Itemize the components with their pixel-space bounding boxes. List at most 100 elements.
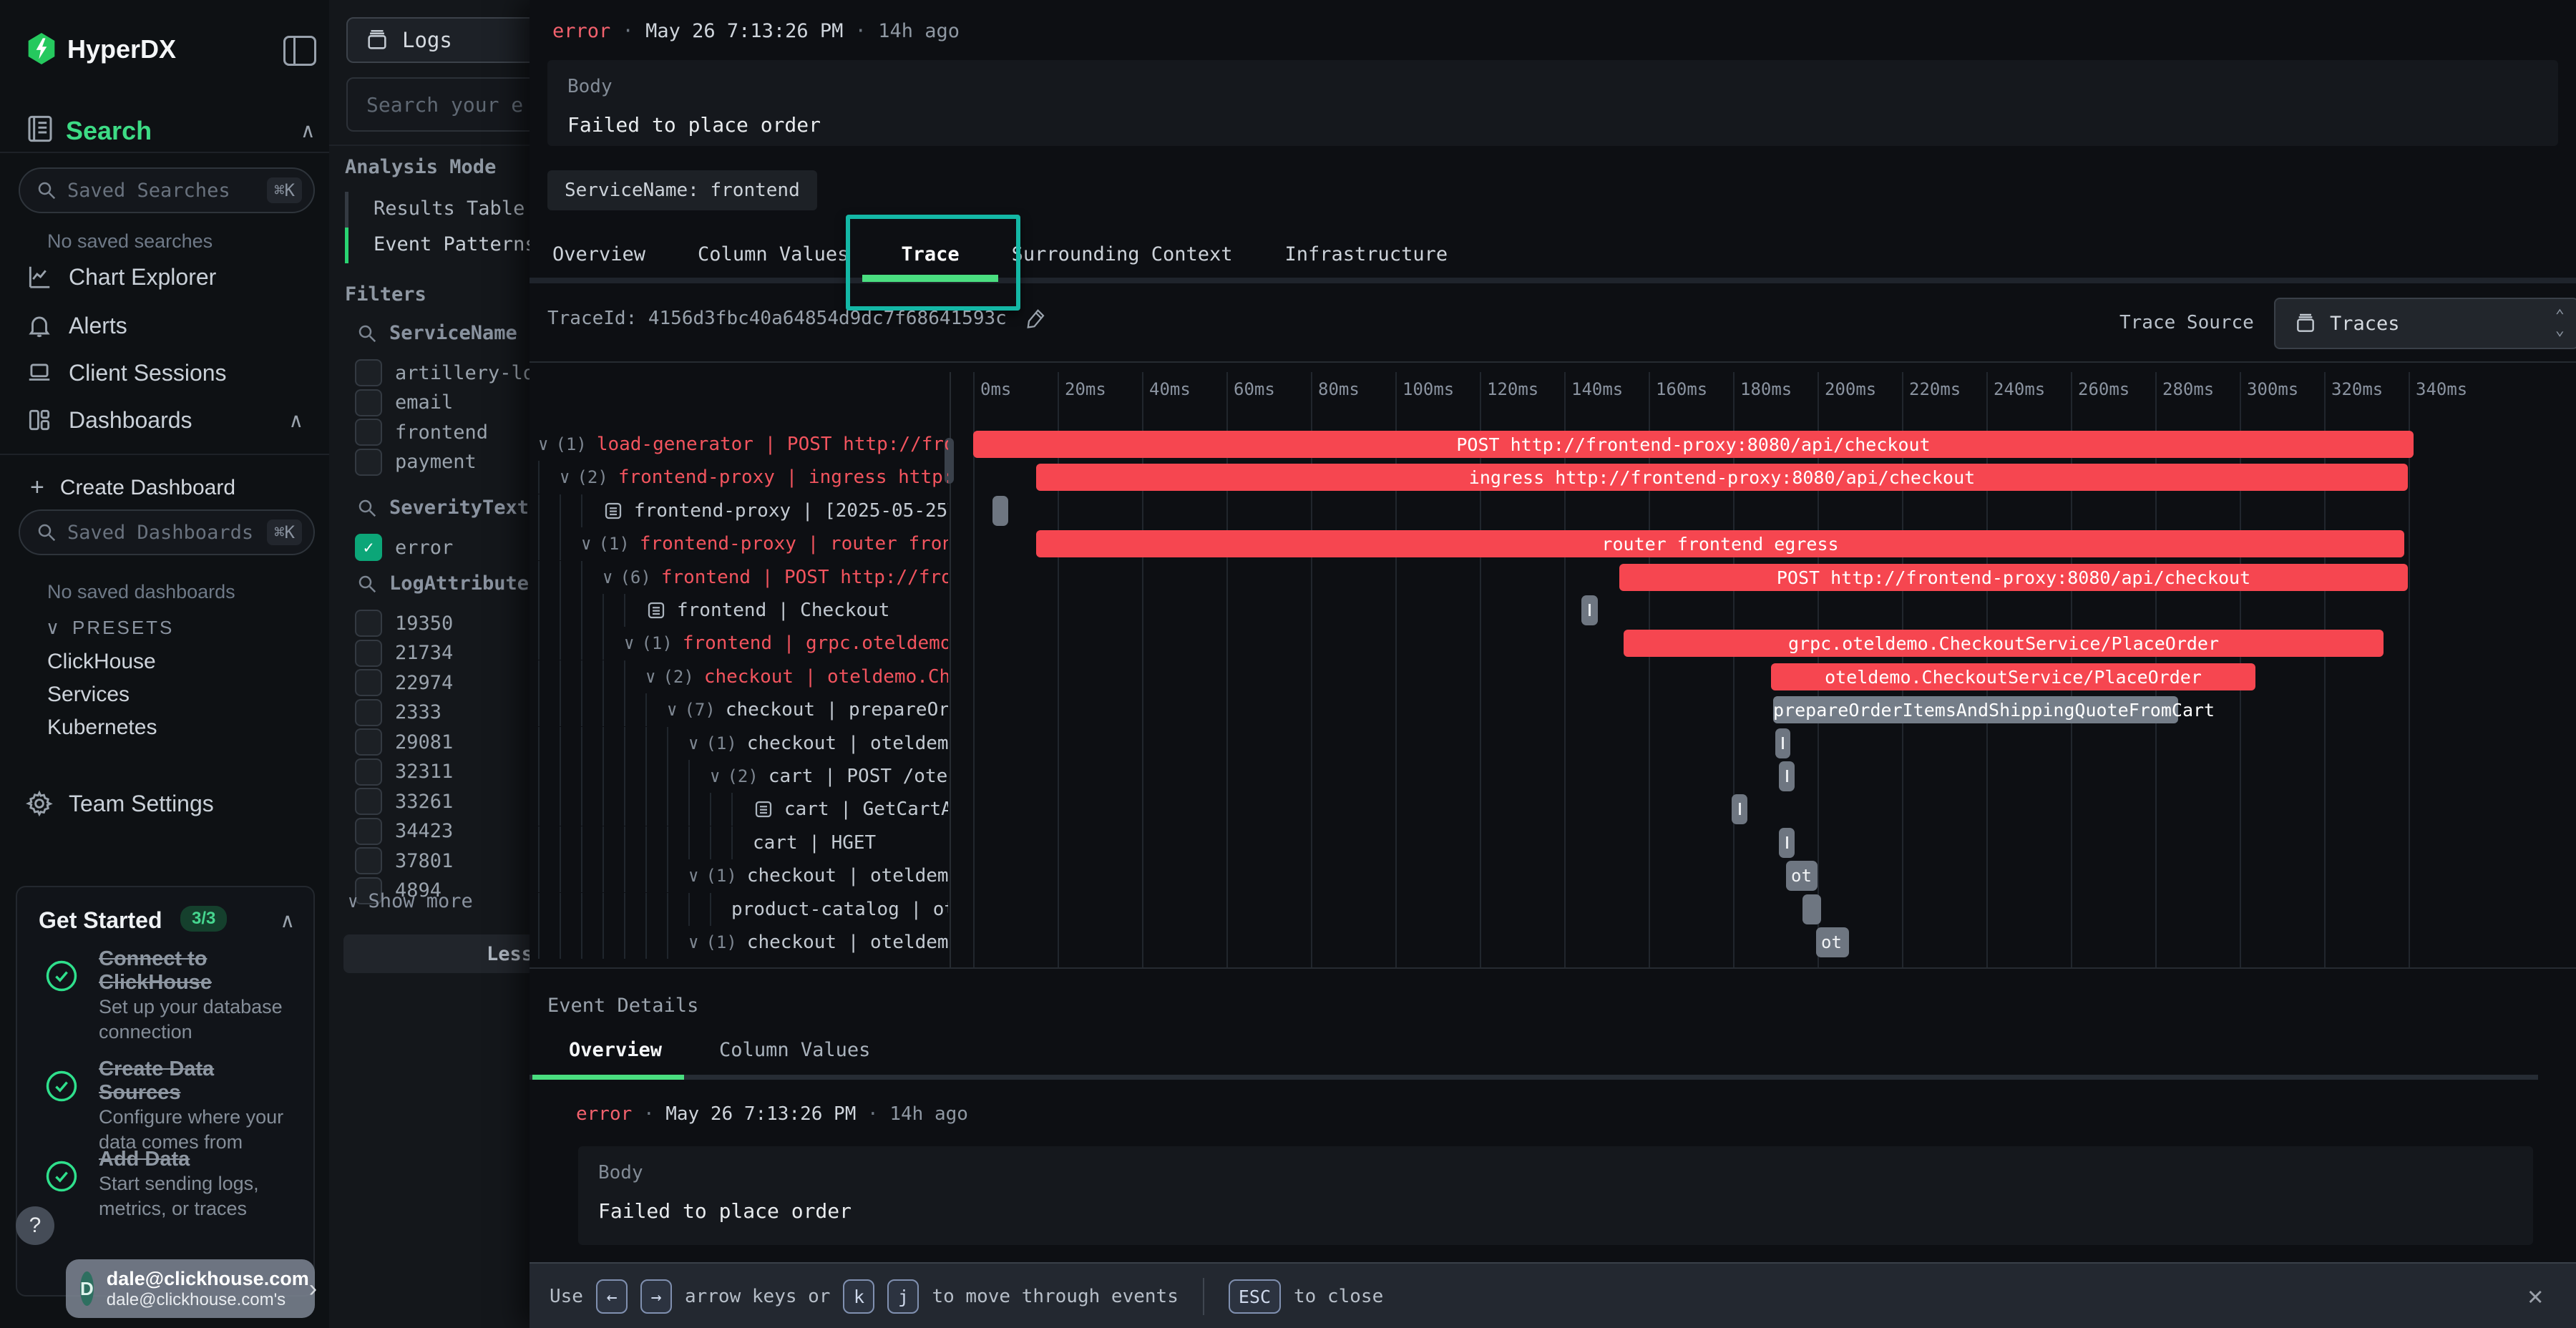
chevron-down-icon[interactable]: ∨ <box>602 567 613 587</box>
filter-value-row[interactable]: ✓error <box>355 534 453 561</box>
sidebar-item-preset-clickhouse[interactable]: ClickHouse <box>47 650 156 674</box>
span-tree-row[interactable]: ∨(1)checkout | oteldemo.… <box>530 727 948 760</box>
span-tree-row[interactable]: ∨(1)checkout | oteldemo.… <box>530 926 948 959</box>
sidebar-item-create-dashboard[interactable]: + Create Dashboard <box>30 474 235 502</box>
checkbox-unchecked[interactable] <box>355 449 382 476</box>
tab-infrastructure[interactable]: Infrastructure <box>1285 243 1448 265</box>
show-more-button[interactable]: ∨ Show more <box>348 890 473 912</box>
chevron-down-icon[interactable]: ∨ <box>667 700 677 720</box>
chevron-down-icon[interactable]: ∨ <box>538 434 548 454</box>
collapse-sidebar-icon[interactable] <box>283 36 316 66</box>
checkbox-unchecked[interactable] <box>355 728 382 756</box>
filter-value-row[interactable]: frontend <box>355 419 488 446</box>
checkbox-unchecked[interactable] <box>355 359 382 386</box>
span-bar[interactable]: POST http://frontend-proxy:8080/api/chec… <box>973 431 2414 458</box>
span-marker[interactable]: ot <box>1786 861 1818 891</box>
service-name-chip[interactable]: ServiceName: frontend <box>547 170 817 210</box>
span-marker[interactable] <box>992 496 1008 526</box>
chevron-down-icon[interactable]: ∨ <box>710 766 720 786</box>
span-tree-row[interactable]: ∨(1)frontend | grpc.oteldemo.C… <box>530 627 948 660</box>
tab-overview[interactable]: Overview <box>552 243 645 265</box>
span-tree-row[interactable]: frontend | Checkout <box>530 594 948 627</box>
filter-value-row[interactable]: email <box>355 389 453 416</box>
filter-value-row[interactable]: artillery-loa <box>355 359 546 386</box>
filter-value-row[interactable]: 32311 <box>355 758 453 786</box>
close-icon[interactable]: ✕ <box>2527 1284 2543 1309</box>
span-tree-row[interactable]: ∨(1)checkout | oteldemo.… <box>530 859 948 892</box>
chevron-down-icon[interactable]: ∨ <box>581 534 591 554</box>
span-tree-row[interactable]: ∨(2)checkout | oteldemo.Chec… <box>530 660 948 693</box>
event-details-tab-overview[interactable]: Overview <box>569 1039 662 1061</box>
span-tree-row[interactable]: frontend-proxy | [2025-05-25T2… <box>530 494 948 527</box>
span-tree-row[interactable]: cart | HGET <box>530 826 948 859</box>
checkbox-unchecked[interactable] <box>355 699 382 726</box>
checkbox-unchecked[interactable] <box>355 610 382 637</box>
sidebar-item-chart-explorer[interactable]: Chart Explorer <box>26 263 303 290</box>
filter-value-row[interactable]: 19350 <box>355 610 453 637</box>
checkbox-unchecked[interactable] <box>355 818 382 845</box>
chevron-up-icon[interactable]: ∧ <box>301 119 316 142</box>
sidebar-item-dashboards[interactable]: Dashboards∧ <box>26 406 303 434</box>
checkbox-unchecked[interactable] <box>355 389 382 416</box>
checkbox-unchecked[interactable] <box>355 847 382 874</box>
sidebar-item-client-sessions[interactable]: Client Sessions <box>26 359 303 386</box>
checkbox-unchecked[interactable] <box>355 758 382 786</box>
span-marker[interactable] <box>1732 794 1747 824</box>
chevron-down-icon[interactable]: ∨ <box>688 932 698 952</box>
filter-value-row[interactable]: 37801 <box>355 847 453 874</box>
filter-value-row[interactable]: 22974 <box>355 669 453 696</box>
filter-value-row[interactable]: 21734 <box>355 640 453 667</box>
span-tree-row[interactable]: ∨(7)checkout | prepareOrde… <box>530 693 948 726</box>
span-tree-row[interactable]: ∨(1)frontend-proxy | router fronte… <box>530 527 948 560</box>
span-bar[interactable]: POST http://frontend-proxy:8080/api/chec… <box>1619 564 2408 591</box>
filter-value-row[interactable]: 29081 <box>355 728 453 756</box>
checkbox-unchecked[interactable] <box>355 669 382 696</box>
sidebar-item-team-settings[interactable]: Team Settings <box>26 790 214 817</box>
span-marker[interactable] <box>1581 595 1598 625</box>
search-icon[interactable] <box>356 323 378 344</box>
help-button[interactable]: ? <box>16 1206 54 1245</box>
checkbox-unchecked[interactable] <box>355 788 382 815</box>
sidebar-item-search[interactable]: Search <box>66 116 152 146</box>
analysis-mode-results-table[interactable]: Results Table <box>374 197 525 220</box>
chevron-down-icon[interactable]: ∨ <box>688 866 698 886</box>
span-bar[interactable]: prepareOrderItemsAndShippingQuoteFromCar… <box>1773 696 2178 723</box>
event-details-tab-column-values[interactable]: Column Values <box>719 1039 870 1061</box>
filter-value-row[interactable]: payment <box>355 449 477 476</box>
user-menu[interactable]: D dale@clickhouse.com dale@clickhouse.co… <box>66 1259 315 1318</box>
edit-pencil-icon[interactable] <box>1025 306 1047 331</box>
span-bar[interactable]: grpc.oteldemo.CheckoutService/PlaceOrder <box>1624 630 2384 657</box>
span-bar[interactable]: router frontend egress <box>1036 530 2404 557</box>
saved-searches-input[interactable]: Saved Searches ⌘K <box>19 167 315 213</box>
span-marker[interactable]: ot <box>1816 927 1849 957</box>
chevron-down-icon[interactable]: ∨ <box>688 733 698 753</box>
filter-value-row[interactable]: 33261 <box>355 788 453 815</box>
chevron-down-icon[interactable]: ∨ <box>560 467 570 487</box>
chevron-up-icon[interactable]: ∧ <box>280 909 296 932</box>
sidebar-item-alerts[interactable]: Alerts <box>26 312 303 339</box>
span-tree-row[interactable]: ∨(6)frontend | POST http://front… <box>530 561 948 594</box>
filter-value-row[interactable]: 34423 <box>355 818 453 845</box>
checkbox-unchecked[interactable] <box>355 640 382 667</box>
trace-source-select[interactable]: Traces ⌃⌄ <box>2274 298 2576 349</box>
sidebar-item-preset-services[interactable]: Services <box>47 683 130 707</box>
span-tree-row[interactable]: product-catalog | ote… <box>530 893 948 926</box>
filter-value-row[interactable]: 2333 <box>355 699 441 726</box>
sidebar-item-preset-kubernetes[interactable]: Kubernetes <box>47 716 157 740</box>
span-marker[interactable] <box>1802 894 1821 924</box>
tab-column-values[interactable]: Column Values <box>698 243 849 265</box>
span-marker[interactable] <box>1779 828 1795 858</box>
search-icon[interactable] <box>356 573 378 595</box>
tab-surrounding-context[interactable]: Surrounding Context <box>1012 243 1233 265</box>
span-tree-row[interactable]: ∨(2)frontend-proxy | ingress http://… <box>530 461 948 494</box>
span-marker[interactable] <box>1775 728 1790 758</box>
saved-dashboards-input[interactable]: Saved Dashboards ⌘K <box>19 509 315 555</box>
presets-toggle[interactable]: ∨ PRESETS <box>46 617 174 639</box>
checkbox-unchecked[interactable] <box>355 419 382 446</box>
span-tree-row[interactable]: ∨(2)cart | POST /oteld… <box>530 760 948 793</box>
analysis-mode-event-patterns[interactable]: Event Patterns <box>374 233 537 255</box>
checkbox-checked[interactable]: ✓ <box>355 534 382 561</box>
span-bar[interactable]: ingress http://frontend-proxy:8080/api/c… <box>1036 464 2408 491</box>
chevron-down-icon[interactable]: ∨ <box>645 667 655 687</box>
chevron-down-icon[interactable]: ∨ <box>624 633 634 653</box>
